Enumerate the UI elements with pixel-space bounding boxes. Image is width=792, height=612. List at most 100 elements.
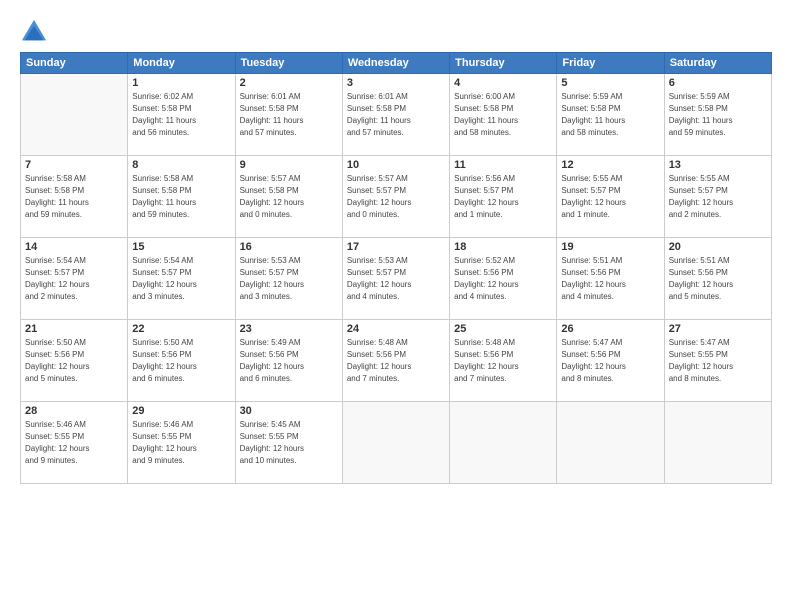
day-info: Sunrise: 5:46 AM Sunset: 5:55 PM Dayligh…: [25, 419, 123, 467]
calendar-cell: [664, 402, 771, 484]
logo: [20, 18, 52, 46]
day-number: 5: [561, 77, 659, 89]
calendar-cell: 10Sunrise: 5:57 AM Sunset: 5:57 PM Dayli…: [342, 156, 449, 238]
calendar-cell: 11Sunrise: 5:56 AM Sunset: 5:57 PM Dayli…: [450, 156, 557, 238]
calendar-table: SundayMondayTuesdayWednesdayThursdayFrid…: [20, 52, 772, 484]
day-number: 30: [240, 405, 338, 417]
calendar-cell: 21 Sunrise: 5:50 AM Sunset: 5:56 PM Dayli…: [21, 320, 128, 402]
calendar-cell: 24 Sunrise: 5:48 AM Sunset: 5:56 PM Dayli…: [342, 320, 449, 402]
weekday-header-friday: Friday: [557, 53, 664, 74]
day-info: Sunrise: 5:57 AM Sunset: 5:58 PM Dayligh…: [240, 173, 338, 221]
day-info: Sunrise: 6:01 AM Sunset: 5:58 PM Dayligh…: [347, 91, 445, 139]
week-row-0: 1Sunrise: 6:02 AM Sunset: 5:58 PM Daylig…: [21, 74, 772, 156]
day-number: 17: [347, 241, 445, 253]
day-number: 9: [240, 159, 338, 171]
day-number: 26: [561, 323, 659, 335]
calendar-cell: 5 Sunrise: 5:59 AM Sunset: 5:58 PM Daylig…: [557, 74, 664, 156]
day-info: Sunrise: 5:45 AM Sunset: 5:55 PM Dayligh…: [240, 419, 338, 467]
day-number: 7: [25, 159, 123, 171]
calendar-cell: [21, 74, 128, 156]
day-info: Sunrise: 5:54 AM Sunset: 5:57 PM Dayligh…: [132, 255, 230, 303]
week-row-3: 21 Sunrise: 5:50 AM Sunset: 5:56 PM Dayli…: [21, 320, 772, 402]
weekday-header-thursday: Thursday: [450, 53, 557, 74]
day-info: Sunrise: 5:57 AM Sunset: 5:57 PM Dayligh…: [347, 173, 445, 221]
day-info: Sunrise: 5:47 AM Sunset: 5:56 PM Dayligh…: [561, 337, 659, 385]
day-info: Sunrise: 5:46 AM Sunset: 5:55 PM Dayligh…: [132, 419, 230, 467]
weekday-header-saturday: Saturday: [664, 53, 771, 74]
calendar-cell: 3 Sunrise: 6:01 AM Sunset: 5:58 PM Daylig…: [342, 74, 449, 156]
calendar-cell: 29 Sunrise: 5:46 AM Sunset: 5:55 PM Dayli…: [128, 402, 235, 484]
weekday-header-monday: Monday: [128, 53, 235, 74]
day-number: 15: [132, 241, 230, 253]
calendar-cell: [450, 402, 557, 484]
day-info: Sunrise: 5:47 AM Sunset: 5:55 PM Dayligh…: [669, 337, 767, 385]
calendar-cell: 28 Sunrise: 5:46 AM Sunset: 5:55 PM Dayli…: [21, 402, 128, 484]
day-info: Sunrise: 5:59 AM Sunset: 5:58 PM Dayligh…: [561, 91, 659, 139]
day-number: 2: [240, 77, 338, 89]
day-number: 28: [25, 405, 123, 417]
weekday-header-wednesday: Wednesday: [342, 53, 449, 74]
day-number: 3: [347, 77, 445, 89]
day-number: 8: [132, 159, 230, 171]
calendar-cell: 20Sunrise: 5:51 AM Sunset: 5:56 PM Dayli…: [664, 238, 771, 320]
calendar-cell: 6 Sunrise: 5:59 AM Sunset: 5:58 PM Daylig…: [664, 74, 771, 156]
day-info: Sunrise: 5:52 AM Sunset: 5:56 PM Dayligh…: [454, 255, 552, 303]
day-number: 1: [132, 77, 230, 89]
page: SundayMondayTuesdayWednesdayThursdayFrid…: [0, 0, 792, 612]
day-number: 22: [132, 323, 230, 335]
calendar-cell: 30 Sunrise: 5:45 AM Sunset: 5:55 PM Dayli…: [235, 402, 342, 484]
day-number: 14: [25, 241, 123, 253]
day-number: 12: [561, 159, 659, 171]
day-info: Sunrise: 5:55 AM Sunset: 5:57 PM Dayligh…: [561, 173, 659, 221]
weekday-header-sunday: Sunday: [21, 53, 128, 74]
calendar-cell: 14 Sunrise: 5:54 AM Sunset: 5:57 PM Dayli…: [21, 238, 128, 320]
day-info: Sunrise: 5:53 AM Sunset: 5:57 PM Dayligh…: [347, 255, 445, 303]
calendar-cell: 12 Sunrise: 5:55 AM Sunset: 5:57 PM Dayli…: [557, 156, 664, 238]
logo-icon: [20, 18, 48, 46]
day-info: Sunrise: 5:51 AM Sunset: 5:56 PM Dayligh…: [669, 255, 767, 303]
day-info: Sunrise: 5:59 AM Sunset: 5:58 PM Dayligh…: [669, 91, 767, 139]
day-info: Sunrise: 6:00 AM Sunset: 5:58 PM Dayligh…: [454, 91, 552, 139]
day-info: Sunrise: 5:51 AM Sunset: 5:56 PM Dayligh…: [561, 255, 659, 303]
day-number: 27: [669, 323, 767, 335]
calendar-cell: 4 Sunrise: 6:00 AM Sunset: 5:58 PM Daylig…: [450, 74, 557, 156]
calendar-cell: 17 Sunrise: 5:53 AM Sunset: 5:57 PM Dayli…: [342, 238, 449, 320]
day-number: 4: [454, 77, 552, 89]
day-number: 11: [454, 159, 552, 171]
calendar-cell: 15 Sunrise: 5:54 AM Sunset: 5:57 PM Dayli…: [128, 238, 235, 320]
day-number: 24: [347, 323, 445, 335]
calendar-cell: 19Sunrise: 5:51 AM Sunset: 5:56 PM Dayli…: [557, 238, 664, 320]
calendar-cell: 9 Sunrise: 5:57 AM Sunset: 5:58 PM Daylig…: [235, 156, 342, 238]
day-number: 18: [454, 241, 552, 253]
week-row-4: 28 Sunrise: 5:46 AM Sunset: 5:55 PM Dayli…: [21, 402, 772, 484]
calendar-cell: 1Sunrise: 6:02 AM Sunset: 5:58 PM Daylig…: [128, 74, 235, 156]
week-row-1: 7Sunrise: 5:58 AM Sunset: 5:58 PM Daylig…: [21, 156, 772, 238]
weekday-header-tuesday: Tuesday: [235, 53, 342, 74]
day-number: 13: [669, 159, 767, 171]
calendar-cell: 22 Sunrise: 5:50 AM Sunset: 5:56 PM Dayli…: [128, 320, 235, 402]
week-row-2: 14 Sunrise: 5:54 AM Sunset: 5:57 PM Dayli…: [21, 238, 772, 320]
day-info: Sunrise: 5:48 AM Sunset: 5:56 PM Dayligh…: [347, 337, 445, 385]
calendar-cell: 7Sunrise: 5:58 AM Sunset: 5:58 PM Daylig…: [21, 156, 128, 238]
day-number: 16: [240, 241, 338, 253]
calendar-cell: 25Sunrise: 5:48 AM Sunset: 5:56 PM Dayli…: [450, 320, 557, 402]
day-info: Sunrise: 5:50 AM Sunset: 5:56 PM Dayligh…: [25, 337, 123, 385]
calendar-cell: 16 Sunrise: 5:53 AM Sunset: 5:57 PM Dayli…: [235, 238, 342, 320]
calendar-cell: 26 Sunrise: 5:47 AM Sunset: 5:56 PM Dayli…: [557, 320, 664, 402]
day-number: 29: [132, 405, 230, 417]
day-info: Sunrise: 5:54 AM Sunset: 5:57 PM Dayligh…: [25, 255, 123, 303]
weekday-header-row: SundayMondayTuesdayWednesdayThursdayFrid…: [21, 53, 772, 74]
day-number: 23: [240, 323, 338, 335]
calendar-cell: 27 Sunrise: 5:47 AM Sunset: 5:55 PM Dayli…: [664, 320, 771, 402]
calendar-cell: 2 Sunrise: 6:01 AM Sunset: 5:58 PM Daylig…: [235, 74, 342, 156]
day-info: Sunrise: 5:53 AM Sunset: 5:57 PM Dayligh…: [240, 255, 338, 303]
day-info: Sunrise: 5:48 AM Sunset: 5:56 PM Dayligh…: [454, 337, 552, 385]
day-number: 21: [25, 323, 123, 335]
calendar-cell: 18 Sunrise: 5:52 AM Sunset: 5:56 PM Dayli…: [450, 238, 557, 320]
day-info: Sunrise: 6:01 AM Sunset: 5:58 PM Dayligh…: [240, 91, 338, 139]
calendar-cell: [557, 402, 664, 484]
calendar-cell: 8Sunrise: 5:58 AM Sunset: 5:58 PM Daylig…: [128, 156, 235, 238]
day-info: Sunrise: 5:50 AM Sunset: 5:56 PM Dayligh…: [132, 337, 230, 385]
day-number: 6: [669, 77, 767, 89]
day-info: Sunrise: 5:49 AM Sunset: 5:56 PM Dayligh…: [240, 337, 338, 385]
